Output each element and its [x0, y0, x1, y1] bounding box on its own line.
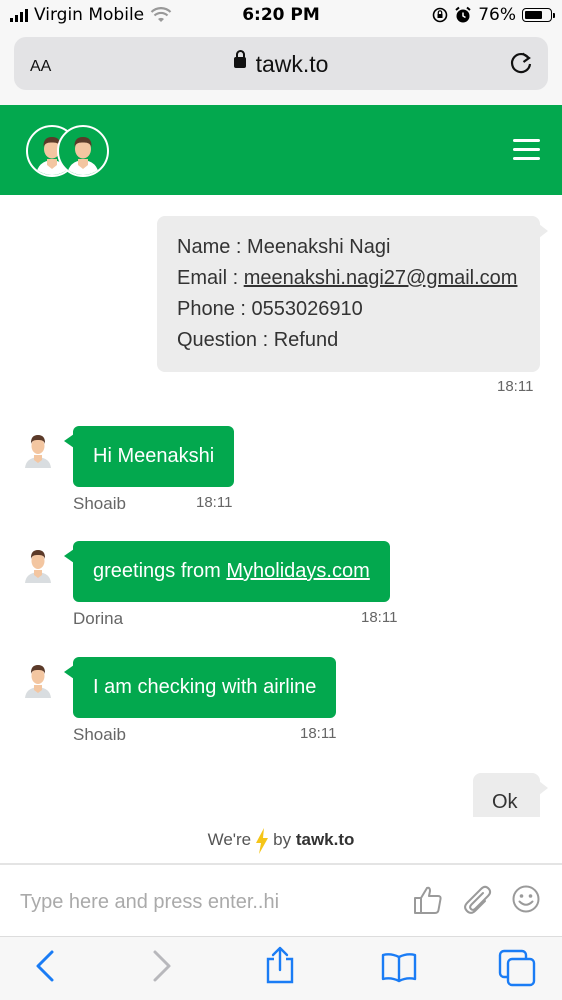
info-label: Question : [177, 329, 274, 351]
info-value: Meenakshi Nagi [247, 236, 391, 258]
chat-messages[interactable]: Name : Meenakshi Nagi Email : meenakshi.… [0, 195, 562, 817]
agent-name: Shoaib [73, 725, 126, 744]
battery-icon [522, 8, 555, 22]
info-line-email: Email : meenakshi.nagi27@gmail.com [177, 263, 540, 294]
status-icons: 76% [432, 5, 555, 25]
info-label: Phone : [177, 298, 252, 320]
lightning-bolt-icon [256, 827, 269, 854]
share-icon[interactable] [264, 945, 296, 985]
message-text: I am checking with airline [93, 676, 317, 698]
url-text: tawk.to [255, 51, 329, 77]
website-link[interactable]: Myholidays.com [226, 560, 369, 582]
message-text: Ok [492, 791, 518, 813]
paperclip-icon[interactable] [461, 884, 493, 916]
tabs-icon[interactable] [498, 949, 536, 987]
powered-by[interactable]: We're by tawk.to [0, 817, 562, 863]
battery-percent: 76% [478, 5, 516, 25]
info-label: Email : [177, 267, 244, 289]
agent-message-bubble: Hi Meenakshi [63, 426, 235, 487]
url-field[interactable]: tawk.to [14, 50, 548, 78]
forward-icon[interactable] [150, 949, 174, 983]
address-bar[interactable]: AA tawk.to [14, 37, 548, 90]
visitor-info-message: Name : Meenakshi Nagi Email : meenakshi.… [157, 216, 548, 372]
composer [0, 863, 562, 936]
hamburger-menu-icon[interactable] [513, 139, 540, 166]
email-link[interactable]: meenakshi.nagi27@gmail.com [244, 267, 518, 289]
info-value: 0553026910 [251, 298, 363, 320]
browser-chrome: AA tawk.to [0, 32, 562, 105]
agent-name: Shoaib [73, 494, 126, 513]
bookmarks-icon[interactable] [381, 951, 417, 983]
message-text: greetings from [93, 560, 227, 582]
alarm-icon [455, 6, 471, 23]
info-value: Refund [273, 329, 339, 351]
chat-header [0, 105, 562, 195]
agent-avatar [57, 125, 109, 177]
emoji-icon[interactable] [511, 884, 541, 914]
message-time: 18:11 [196, 494, 233, 511]
tawk-brand: tawk.to [295, 830, 355, 849]
powered-middle: by [273, 830, 292, 849]
message-time: 18:11 [300, 725, 337, 742]
status-bar: Virgin Mobile 6:20 PM 76% [0, 0, 562, 32]
info-line-name: Name : Meenakshi Nagi [177, 232, 540, 263]
agent-message-bubble: greetings from Myholidays.com [64, 541, 390, 602]
agent-avatar-icon [25, 665, 51, 698]
message-time: 18:11 [361, 609, 398, 626]
agent-message-bubble: I am checking with airline [63, 657, 337, 718]
agent-avatar-icon [25, 550, 51, 583]
visitor-reply-bubble: Ok [473, 773, 548, 817]
lock-icon [233, 50, 246, 69]
battery-level [525, 11, 543, 19]
powered-prefix: We're [207, 830, 252, 849]
message-text: Hi Meenakshi [93, 445, 215, 467]
browser-toolbar [0, 936, 562, 1000]
info-label: Name : [177, 236, 248, 258]
message-time: 18:11 [497, 378, 534, 395]
back-icon[interactable] [33, 949, 57, 983]
info-line-phone: Phone : 0553026910 [177, 294, 540, 325]
info-line-question: Question : Refund [177, 325, 540, 356]
thumbs-up-icon[interactable] [412, 884, 444, 916]
reload-icon[interactable] [508, 49, 534, 77]
orientation-lock-icon [432, 7, 448, 23]
agent-avatar-icon [25, 435, 51, 468]
message-input[interactable] [20, 885, 400, 919]
agent-name: Dorina [73, 609, 124, 628]
